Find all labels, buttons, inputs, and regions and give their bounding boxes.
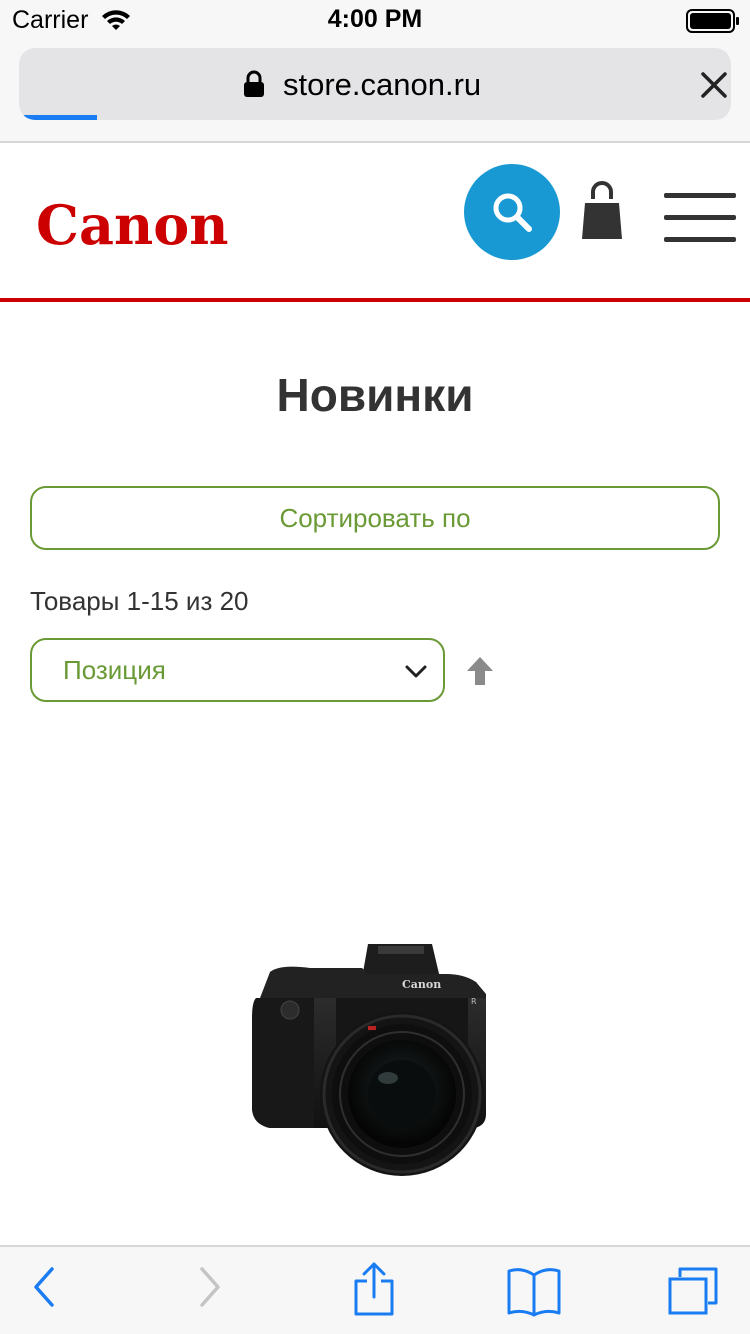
close-icon[interactable]	[701, 72, 727, 103]
shopping-bag-icon[interactable]	[580, 181, 624, 246]
clock: 4:00 PM	[327, 5, 423, 33]
items-count: Товары 1-15 из 20	[30, 586, 249, 616]
browser-bottom-toolbar	[0, 1245, 750, 1334]
status-bar: Carrier 4:00 PM	[0, 0, 750, 40]
battery-full-icon	[686, 9, 740, 38]
url-text[interactable]: store.canon.ru	[283, 67, 481, 103]
menu-bar	[664, 215, 736, 220]
search-icon	[493, 193, 532, 232]
camera-brand-text: Canon	[402, 978, 441, 991]
lock-icon	[243, 70, 265, 103]
tabs-icon[interactable]	[666, 1265, 720, 1322]
menu-bar	[664, 237, 736, 242]
canon-logo[interactable]: Canon	[36, 193, 229, 257]
back-chevron-icon[interactable]	[30, 1265, 56, 1314]
screen: Carrier 4:00 PM store.canon.ru Canon Нов…	[0, 0, 750, 1334]
arrow-up-icon[interactable]	[466, 656, 494, 691]
site-header: Canon	[0, 145, 750, 302]
browser-address-bar: store.canon.ru	[0, 40, 750, 143]
share-icon[interactable]	[352, 1261, 396, 1322]
sort-by-button[interactable]: Сортировать по	[30, 486, 720, 550]
chevron-down-icon	[404, 664, 428, 685]
address-field[interactable]: store.canon.ru	[19, 48, 731, 120]
hamburger-menu-icon[interactable]	[664, 193, 736, 249]
page-load-progress	[19, 115, 98, 120]
bookmarks-icon[interactable]	[506, 1267, 562, 1322]
page-title: Новинки	[276, 369, 474, 421]
sort-select-value: Позиция	[63, 655, 166, 685]
search-button[interactable]	[464, 164, 560, 260]
menu-bar	[664, 193, 736, 198]
sort-select[interactable]: Позиция	[30, 638, 445, 702]
forward-chevron-icon[interactable]	[198, 1265, 224, 1314]
product-image-camera[interactable]: Canon EOS R	[250, 938, 490, 1203]
